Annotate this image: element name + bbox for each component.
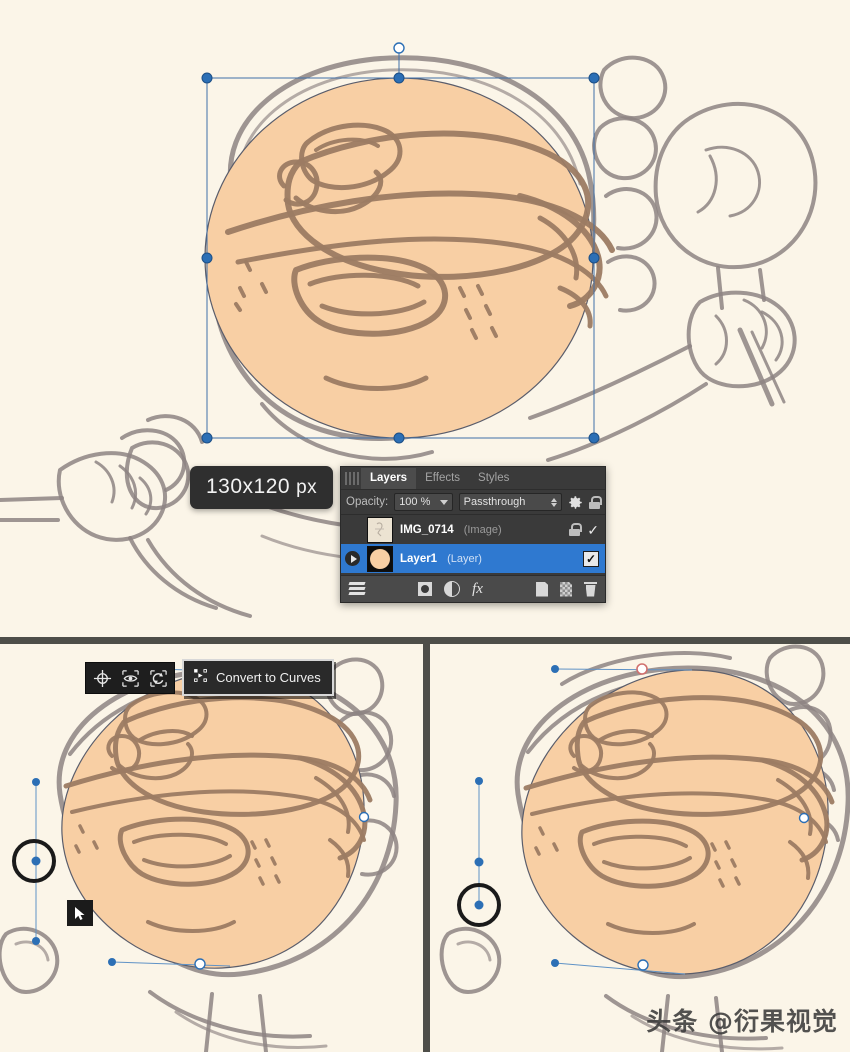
context-toolbar-button-group[interactable] [85,662,175,694]
layer-name: Layer1 [400,552,438,565]
node-right [358,811,370,823]
layer-visibility-check[interactable]: ✓ [587,523,599,537]
layer-name: IMG_0714 [400,523,454,536]
node-left-selected [474,900,484,910]
layers-panel-tabbar[interactable]: Layers Effects Styles [341,467,605,490]
layer-kind: (Image) [463,523,502,536]
tab-effects[interactable]: Effects [416,468,469,489]
table-row[interactable]: IMG_0714 (Image) ✓ [341,515,605,544]
opacity-label: Opacity: [346,496,389,508]
node-editing-handles[interactable] [430,644,850,1052]
node-top [636,663,648,675]
control-handle-upper-left [475,777,483,785]
horizontal-divider [0,637,850,644]
new-pixel-layer-icon[interactable] [560,581,573,597]
layers-stack-icon[interactable] [348,582,366,596]
rotation-handle [393,42,405,54]
tab-styles[interactable]: Styles [469,468,518,489]
size-tooltip-dimensions: 130x120 [206,475,291,498]
bottom-left-canvas-pane[interactable] [0,644,423,1052]
delete-layer-icon[interactable] [584,581,598,597]
table-row[interactable]: Layer1 (Layer) ✓ [341,544,605,573]
node-editing-handles[interactable] [0,644,423,1052]
handle-top-right [588,72,600,84]
mask-icon[interactable] [418,582,433,596]
watermark: 头条 @衍果视觉 [646,1007,838,1036]
convert-to-curves-button[interactable]: Convert to Curves [182,659,334,696]
control-handle-mid-left [474,857,484,867]
context-toolbar[interactable] [85,662,175,694]
layers-panel-opacity-row[interactable]: Opacity: 100 % Passthrough [341,490,605,515]
cycle-handles-icon[interactable] [147,667,169,689]
top-canvas-pane[interactable]: 130x120 px Layers Effects Styles Opacity:… [0,0,850,637]
opacity-dropdown[interactable]: 100 % [394,493,453,511]
handle-top-left [201,72,213,84]
chevron-right-icon[interactable] [345,551,360,566]
handle-top-center [393,72,405,84]
lock-icon[interactable] [589,495,602,509]
chevron-down-icon [439,499,448,505]
handle-bottom-left [201,432,213,444]
handle-middle-right [588,252,600,264]
layers-panel[interactable]: Layers Effects Styles Opacity: 100 % Pas… [340,466,606,603]
control-handle-upper-left [32,778,40,786]
screenshot-stage: 130x120 px Layers Effects Styles Opacity:… [0,0,850,1052]
size-tooltip-unit: px [296,477,318,498]
spinner-icon[interactable] [551,497,557,507]
convert-to-curves-icon [192,667,209,689]
fx-icon[interactable]: fx [472,581,483,598]
show-bounds-icon[interactable] [119,667,141,689]
layer-visibility-checkbox[interactable]: ✓ [583,550,599,567]
control-handle-bottom-left [551,959,559,967]
control-handle-bottom-left [108,958,116,966]
handle-bottom-center [393,432,405,444]
layer-thumbnail-image[interactable] [367,516,393,543]
adjustment-icon[interactable] [444,581,461,597]
vertical-divider [423,644,430,1052]
arrow-cursor-icon [67,900,93,926]
blend-mode-value: Passthrough [463,496,526,508]
blend-mode-dropdown[interactable]: Passthrough [458,493,562,511]
handle-bottom-right [588,432,600,444]
node-bottom [194,958,206,970]
node-right [798,812,810,824]
transform-origin-icon[interactable] [91,667,113,689]
layers-panel-footer[interactable]: fx [341,575,605,602]
new-layer-icon[interactable] [536,581,549,597]
opacity-value: 100 % [399,496,431,508]
bottom-right-canvas-pane[interactable] [430,644,850,1052]
node-left-selected [31,856,41,866]
convert-to-curves-label: Convert to Curves [216,670,321,685]
layer-thumbnail-circle[interactable] [367,545,393,572]
gear-icon[interactable] [568,495,583,510]
size-tooltip: 130x120 px [190,466,334,509]
control-handle-lower-left [32,937,40,945]
control-handle-top-left [551,665,559,673]
handle-middle-left [201,252,213,264]
layer-kind: (Layer) [447,552,482,565]
layer-lock-icon[interactable] [569,523,583,536]
node-bottom [637,959,649,971]
layers-list[interactable]: IMG_0714 (Image) ✓ Layer1 (Layer) ✓ [341,515,605,575]
tab-layers[interactable]: Layers [361,467,417,489]
panel-grip-icon[interactable] [345,471,359,485]
